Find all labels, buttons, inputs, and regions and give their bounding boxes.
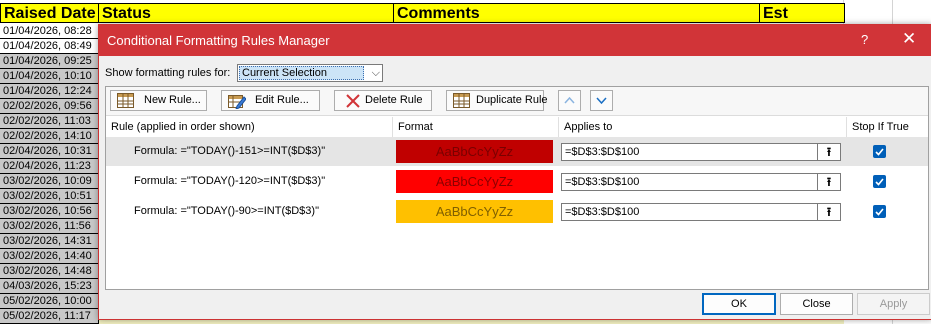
- chevron-down-icon: [596, 97, 607, 105]
- dialog-titlebar[interactable]: Conditional Formatting Rules Manager ? ✕: [99, 25, 931, 56]
- help-button[interactable]: ?: [861, 32, 868, 47]
- edit-rule-label: Edit Rule...: [255, 94, 309, 106]
- range-collapse-icon[interactable]: ⭱: [817, 174, 840, 190]
- column-separator: [558, 117, 559, 137]
- rule-row[interactable]: Formula: ="TODAY()-151>=INT($D$3)" AaBbC…: [106, 137, 928, 166]
- move-up-button[interactable]: [558, 90, 581, 111]
- applies-to-value: =$D$3:$D$100: [565, 206, 640, 218]
- show-rules-select[interactable]: Current Selection ⌵: [237, 64, 383, 82]
- column-rule: Rule (applied in order shown): [111, 121, 255, 133]
- stop-if-true-checkbox[interactable]: [873, 205, 886, 218]
- table-icon: [117, 93, 134, 108]
- raised-date-cell[interactable]: 03/02/2026, 14:31: [0, 234, 99, 249]
- duplicate-rule-button[interactable]: Duplicate Rule: [446, 90, 548, 111]
- close-button[interactable]: Close: [780, 293, 853, 315]
- ok-button[interactable]: OK: [702, 293, 776, 315]
- raised-date-cell[interactable]: 01/04/2026, 10:10: [0, 69, 99, 84]
- raised-date-cell[interactable]: 03/02/2026, 11:56: [0, 219, 99, 234]
- raised-date-cell[interactable]: 03/02/2026, 14:48: [0, 264, 99, 279]
- applies-to-field[interactable]: =$D$3:$D$100 ⭱: [561, 173, 841, 191]
- header-comments[interactable]: Comments: [393, 3, 760, 23]
- chevron-down-icon: ⌵: [371, 67, 380, 79]
- edit-rule-button[interactable]: Edit Rule...: [221, 90, 320, 111]
- raised-date-cell[interactable]: 02/02/2026, 11:03: [0, 114, 99, 129]
- raised-date-cell[interactable]: 03/02/2026, 14:40: [0, 249, 99, 264]
- applies-to-field[interactable]: =$D$3:$D$100 ⭱: [561, 203, 841, 221]
- raised-date-cell[interactable]: 04/03/2026, 15:23: [0, 279, 99, 294]
- duplicate-rule-label: Duplicate Rule: [476, 94, 548, 106]
- dialog-title: Conditional Formatting Rules Manager: [107, 33, 330, 48]
- raised-date-cell[interactable]: 02/02/2026, 14:10: [0, 129, 99, 144]
- raised-date-cell[interactable]: 02/04/2026, 10:31: [0, 144, 99, 159]
- rules-manager-dialog: Conditional Formatting Rules Manager ? ✕…: [98, 24, 931, 320]
- column-separator: [392, 117, 393, 137]
- raised-date-cell[interactable]: 03/02/2026, 10:51: [0, 189, 99, 204]
- rule-row[interactable]: Formula: ="TODAY()-120>=INT($D$3)" AaBbC…: [106, 167, 928, 196]
- applies-to-field[interactable]: =$D$3:$D$100 ⭱: [561, 143, 841, 161]
- raised-date-cell[interactable]: 05/02/2026, 10:00: [0, 294, 99, 309]
- chevron-up-icon: [564, 96, 575, 104]
- range-collapse-icon[interactable]: ⭱: [817, 144, 840, 160]
- raised-date-cell[interactable]: 01/04/2026, 09:25: [0, 54, 99, 69]
- stop-if-true-checkbox[interactable]: [873, 175, 886, 188]
- applies-to-value: =$D$3:$D$100: [565, 176, 640, 188]
- show-rules-value: Current Selection: [239, 66, 364, 80]
- raised-date-cell[interactable]: 01/04/2026, 12:24: [0, 84, 99, 99]
- column-applies-to: Applies to: [564, 121, 613, 133]
- format-preview: AaBbCcYyZz: [396, 140, 553, 163]
- new-rule-button[interactable]: New Rule...: [110, 90, 207, 111]
- column-stop-if-true: Stop If True: [852, 121, 909, 133]
- show-rules-label: Show formatting rules for:: [105, 67, 231, 79]
- raised-date-cell[interactable]: 01/04/2026, 08:49: [0, 39, 99, 54]
- raised-date-cell[interactable]: 03/02/2026, 10:09: [0, 174, 99, 189]
- move-down-button[interactable]: [590, 90, 613, 111]
- new-rule-label: New Rule...: [144, 94, 201, 106]
- duplicate-table-icon: [453, 93, 470, 108]
- delete-x-icon: [346, 94, 360, 108]
- rules-panel: New Rule... Edit Rule... Delete Rule Dup…: [105, 86, 929, 290]
- raised-date-cell[interactable]: 05/02/2026, 11:17: [0, 309, 99, 324]
- format-preview: AaBbCcYyZz: [396, 170, 553, 193]
- rule-row[interactable]: Formula: ="TODAY()-90>=INT($D$3)" AaBbCc…: [106, 197, 928, 226]
- rule-formula: Formula: ="TODAY()-120>=INT($D$3)": [134, 175, 326, 187]
- applies-to-value: =$D$3:$D$100: [565, 146, 640, 158]
- apply-button[interactable]: Apply: [857, 293, 930, 315]
- delete-rule-label: Delete Rule: [365, 94, 423, 106]
- delete-rule-button[interactable]: Delete Rule: [334, 90, 432, 111]
- raised-date-cell[interactable]: 03/02/2026, 10:56: [0, 204, 99, 219]
- raised-date-cell[interactable]: 02/02/2026, 09:56: [0, 99, 99, 114]
- header-status[interactable]: Status: [98, 3, 394, 23]
- header-raised-date[interactable]: Raised Date: [0, 3, 99, 23]
- column-separator: [846, 117, 847, 137]
- range-collapse-icon[interactable]: ⭱: [817, 204, 840, 220]
- edit-table-icon: [228, 95, 246, 109]
- rule-formula: Formula: ="TODAY()-90>=INT($D$3)": [134, 205, 319, 217]
- rule-formula: Formula: ="TODAY()-151>=INT($D$3)": [134, 145, 326, 157]
- raised-date-cell[interactable]: 01/04/2026, 08:28: [0, 24, 99, 39]
- rules-toolbar: New Rule... Edit Rule... Delete Rule Dup…: [106, 87, 928, 116]
- stop-if-true-checkbox[interactable]: [873, 145, 886, 158]
- raised-date-cell[interactable]: 02/04/2026, 11:23: [0, 159, 99, 174]
- close-icon[interactable]: ✕: [902, 29, 916, 49]
- format-preview: AaBbCcYyZz: [396, 200, 553, 223]
- column-format: Format: [398, 121, 433, 133]
- header-est-closure[interactable]: Est Closure: [759, 3, 845, 41]
